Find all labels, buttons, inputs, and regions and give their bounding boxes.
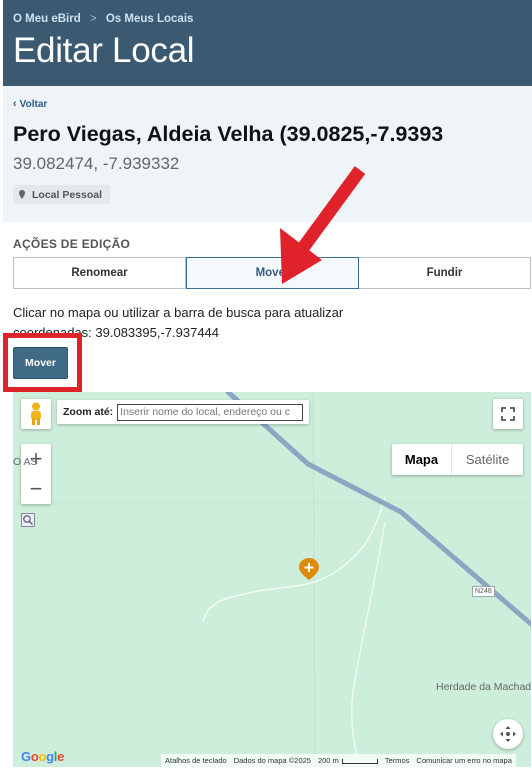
breadcrumb-separator: >	[89, 13, 97, 25]
move-button[interactable]: Mover	[13, 347, 68, 379]
page-title: Editar Local	[13, 31, 195, 70]
fullscreen-icon	[501, 407, 515, 421]
map-type-satellite-button[interactable]: Satélite	[452, 444, 523, 475]
tab-rename[interactable]: Renomear	[13, 257, 186, 289]
tab-move[interactable]: Mover	[186, 257, 359, 289]
location-type-label: Local Pessoal	[32, 188, 103, 201]
zoom-to-label: Zoom até:	[63, 406, 114, 418]
keyboard-shortcuts-link[interactable]: Atalhos de teclado	[165, 756, 227, 765]
terms-link[interactable]: Termos	[385, 756, 410, 765]
google-logo: Google	[21, 749, 65, 764]
back-link-label: Voltar	[19, 99, 48, 110]
zoom-to-search: Zoom até:	[57, 400, 309, 424]
map-scale: 200 m	[318, 756, 378, 765]
map-scale-bar	[341, 758, 378, 764]
edit-actions-heading: AÇÕES DE EDIÇÃO	[13, 237, 131, 251]
page-header: O Meu eBird > Os Meus Locais Editar Loca…	[3, 0, 532, 86]
map-data-credit: Dados do mapa ©2025	[233, 756, 311, 765]
breadcrumb: O Meu eBird > Os Meus Locais	[13, 13, 193, 25]
breadcrumb-my-locations[interactable]: Os Meus Locais	[106, 13, 194, 25]
location-info-panel: ‹ Voltar Pero Viegas, Aldeia Velha (39.08…	[3, 86, 532, 222]
zoom-controls: + −	[21, 444, 51, 504]
map-scale-label: 200 m	[317, 756, 339, 765]
recenter-icon	[500, 726, 516, 742]
fullscreen-button[interactable]	[493, 399, 523, 429]
pin-icon	[19, 190, 25, 199]
map-widget[interactable]: Zoom até: + − Mapa Satélite O AS Herdade…	[13, 392, 531, 767]
location-name: Pero Viegas, Aldeia Velha (39.0825,-7.93…	[13, 122, 444, 146]
recenter-button[interactable]	[493, 719, 523, 749]
zoom-out-button[interactable]: −	[21, 474, 51, 504]
map-type-map-button[interactable]: Mapa	[392, 444, 452, 475]
chevron-left-icon: ‹	[13, 98, 17, 110]
map-marker-icon[interactable]	[299, 558, 319, 580]
zoom-search-icon[interactable]	[21, 513, 35, 527]
map-place-label-herdade: Herdade da Machad	[436, 681, 531, 693]
map-type-control: Mapa Satélite	[392, 444, 523, 475]
tab-merge[interactable]: Fundir	[359, 257, 531, 289]
map-place-label-left: O AS	[13, 456, 38, 468]
report-map-error-link[interactable]: Comunicar um erro no mapa	[416, 756, 511, 765]
breadcrumb-my-ebird[interactable]: O Meu eBird	[13, 13, 81, 25]
pegman-button[interactable]	[21, 399, 51, 429]
back-link[interactable]: ‹ Voltar	[13, 98, 47, 110]
map-attribution: Atalhos de teclado Dados do mapa ©2025 2…	[161, 754, 516, 767]
road-label-n248: N248	[472, 586, 495, 597]
location-coordinates: 39.082474, -7.939332	[13, 154, 180, 173]
pegman-icon	[31, 402, 41, 425]
zoom-to-input[interactable]	[117, 403, 304, 421]
edit-actions-tabs: Renomear Mover Fundir	[13, 257, 531, 289]
location-type-badge: Local Pessoal	[13, 185, 111, 204]
